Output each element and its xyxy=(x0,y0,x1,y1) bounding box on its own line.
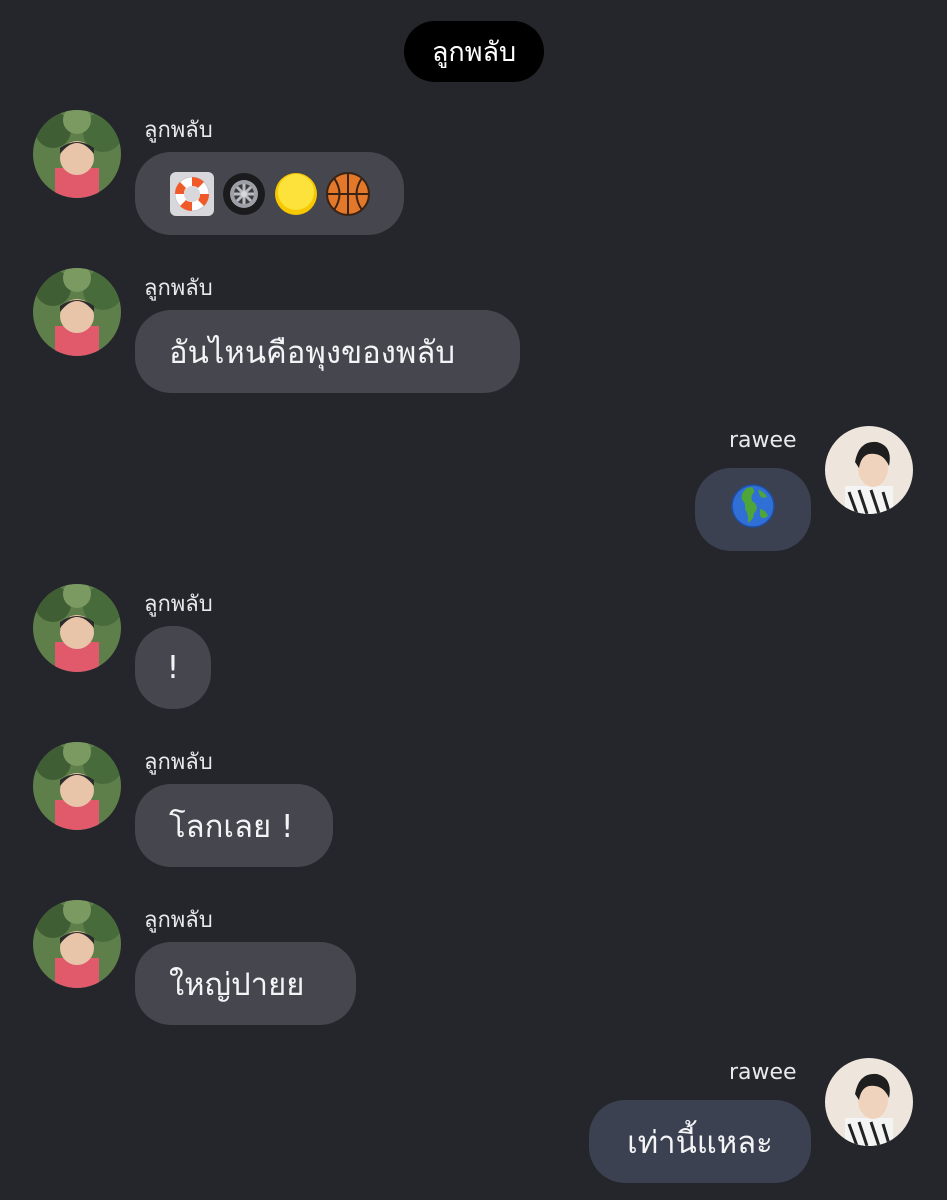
chat-title[interactable]: ลูกพลับ xyxy=(404,21,544,82)
sender-name: rawee xyxy=(729,1060,797,1085)
message-bubble[interactable]: ! xyxy=(135,626,211,709)
sender-name: ลูกพลับ xyxy=(144,276,213,301)
message-bubble[interactable] xyxy=(695,468,811,551)
sender-name: ลูกพลับ xyxy=(144,908,213,933)
yellow-circle-icon xyxy=(273,171,319,217)
sender-name: ลูกพลับ xyxy=(144,118,213,143)
message-bubble[interactable]: อันไหนคือพุงของพลับ xyxy=(135,310,520,393)
message-bubble[interactable]: เท่านี้แหละ xyxy=(589,1100,811,1183)
avatar[interactable] xyxy=(825,426,913,514)
emoji-row xyxy=(169,171,371,217)
avatar[interactable] xyxy=(33,900,121,988)
sender-name: ลูกพลับ xyxy=(144,592,213,617)
message-bubble[interactable]: ใหญ่ปายย xyxy=(135,942,356,1025)
basketball-icon xyxy=(325,171,371,217)
avatar[interactable] xyxy=(33,584,121,672)
ring-buoy-icon xyxy=(169,171,215,217)
avatar[interactable] xyxy=(33,110,121,198)
sender-name: rawee xyxy=(729,428,797,453)
wheel-icon xyxy=(221,171,267,217)
avatar[interactable] xyxy=(33,742,121,830)
chat-screen: ลูกพลับ ลูกพลับ ลูกพลับ อันไหนคือพุงของพ… xyxy=(0,0,947,1200)
sender-name: ลูกพลับ xyxy=(144,750,213,775)
avatar[interactable] xyxy=(33,268,121,356)
avatar[interactable] xyxy=(825,1058,913,1146)
message-bubble[interactable] xyxy=(135,152,404,235)
message-bubble[interactable]: โลกเลย ! xyxy=(135,784,333,867)
globe-icon xyxy=(730,483,776,537)
